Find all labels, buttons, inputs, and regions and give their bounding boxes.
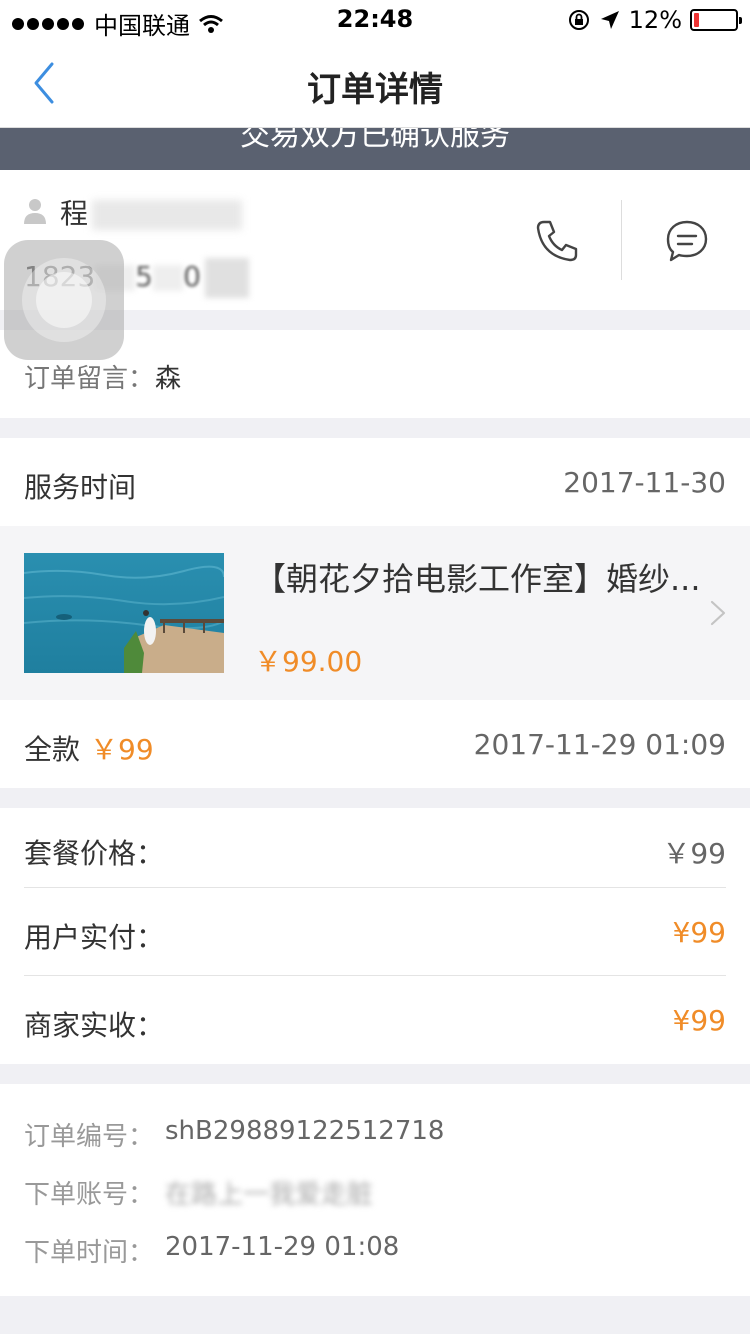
- payment-time: 2017-11-29 01:09: [473, 728, 726, 761]
- nav-bar: 订单详情: [0, 40, 750, 128]
- order-number-value: shB29889122512718: [165, 1116, 445, 1146]
- product-thumbnail: [24, 553, 224, 673]
- package-price-row: 套餐价格： ￥99: [0, 808, 750, 896]
- order-number-label: 订单编号：: [24, 1122, 155, 1152]
- chevron-right-icon: [710, 600, 726, 626]
- product-price: ￥99.00: [254, 645, 363, 678]
- order-note-value: 森: [155, 364, 182, 394]
- customer-name: 程: [60, 192, 243, 232]
- order-note-label: 订单留言：: [24, 364, 155, 394]
- order-account-value: 在路上一我爱走脏: [165, 1180, 374, 1210]
- product-name: 【朝花夕拾电影工作室】婚纱...: [254, 560, 701, 598]
- contact-divider: [621, 200, 622, 280]
- battery-percent: 12%: [628, 6, 682, 34]
- battery-fill: [694, 13, 699, 27]
- price-breakdown: 套餐价格： ￥99 用户实付： ¥99 商家实收： ¥99: [0, 808, 750, 1064]
- payment-type-label: 全款: [24, 733, 81, 766]
- divider: [24, 887, 726, 888]
- product-card[interactable]: 【朝花夕拾电影工作室】婚纱... ￥99.00: [0, 526, 750, 700]
- location-arrow-icon: [600, 11, 619, 29]
- service-time-label: 服务时间: [24, 471, 137, 504]
- service-time-value: 2017-11-30: [563, 466, 726, 499]
- order-account-label: 下单账号：: [24, 1180, 155, 1210]
- user-paid-row: 用户实付： ¥99: [0, 892, 750, 980]
- package-price-value: ￥99: [662, 837, 726, 870]
- user-paid-value: ¥99: [672, 916, 726, 949]
- package-price-label: 套餐价格：: [24, 837, 165, 870]
- assistive-touch-button[interactable]: [4, 240, 124, 360]
- order-meta: 订单编号： shB29889122512718 下单账号： 在路上一我爱走脏 下…: [0, 1084, 750, 1296]
- person-icon: [24, 199, 46, 224]
- page-title: 订单详情: [307, 70, 443, 110]
- merchant-received-value: ¥99: [672, 1004, 726, 1037]
- chat-message-icon[interactable]: [662, 216, 712, 266]
- merchant-received-row: 商家实收： ¥99: [0, 980, 750, 1068]
- user-paid-label: 用户实付：: [24, 921, 165, 954]
- payment-row: 全款 ￥99 2017-11-29 01:09: [0, 700, 750, 788]
- divider: [24, 975, 726, 976]
- phone-call-icon[interactable]: [532, 216, 582, 266]
- status-bar: 中国联通 22:48 12%: [0, 0, 750, 40]
- payment-amount: ￥99: [90, 733, 154, 766]
- merchant-received-label: 商家实收：: [24, 1009, 165, 1042]
- order-status-banner: 交易双方已确认服务: [0, 128, 750, 170]
- battery-icon: [690, 9, 742, 31]
- order-time-value: 2017-11-29 01:08: [165, 1232, 400, 1262]
- orientation-lock-icon: [568, 10, 589, 30]
- order-time-label: 下单时间：: [24, 1238, 155, 1268]
- service-time-row: 服务时间 2017-11-30: [0, 438, 750, 526]
- banner-text: 交易双方已确认服务: [240, 128, 510, 153]
